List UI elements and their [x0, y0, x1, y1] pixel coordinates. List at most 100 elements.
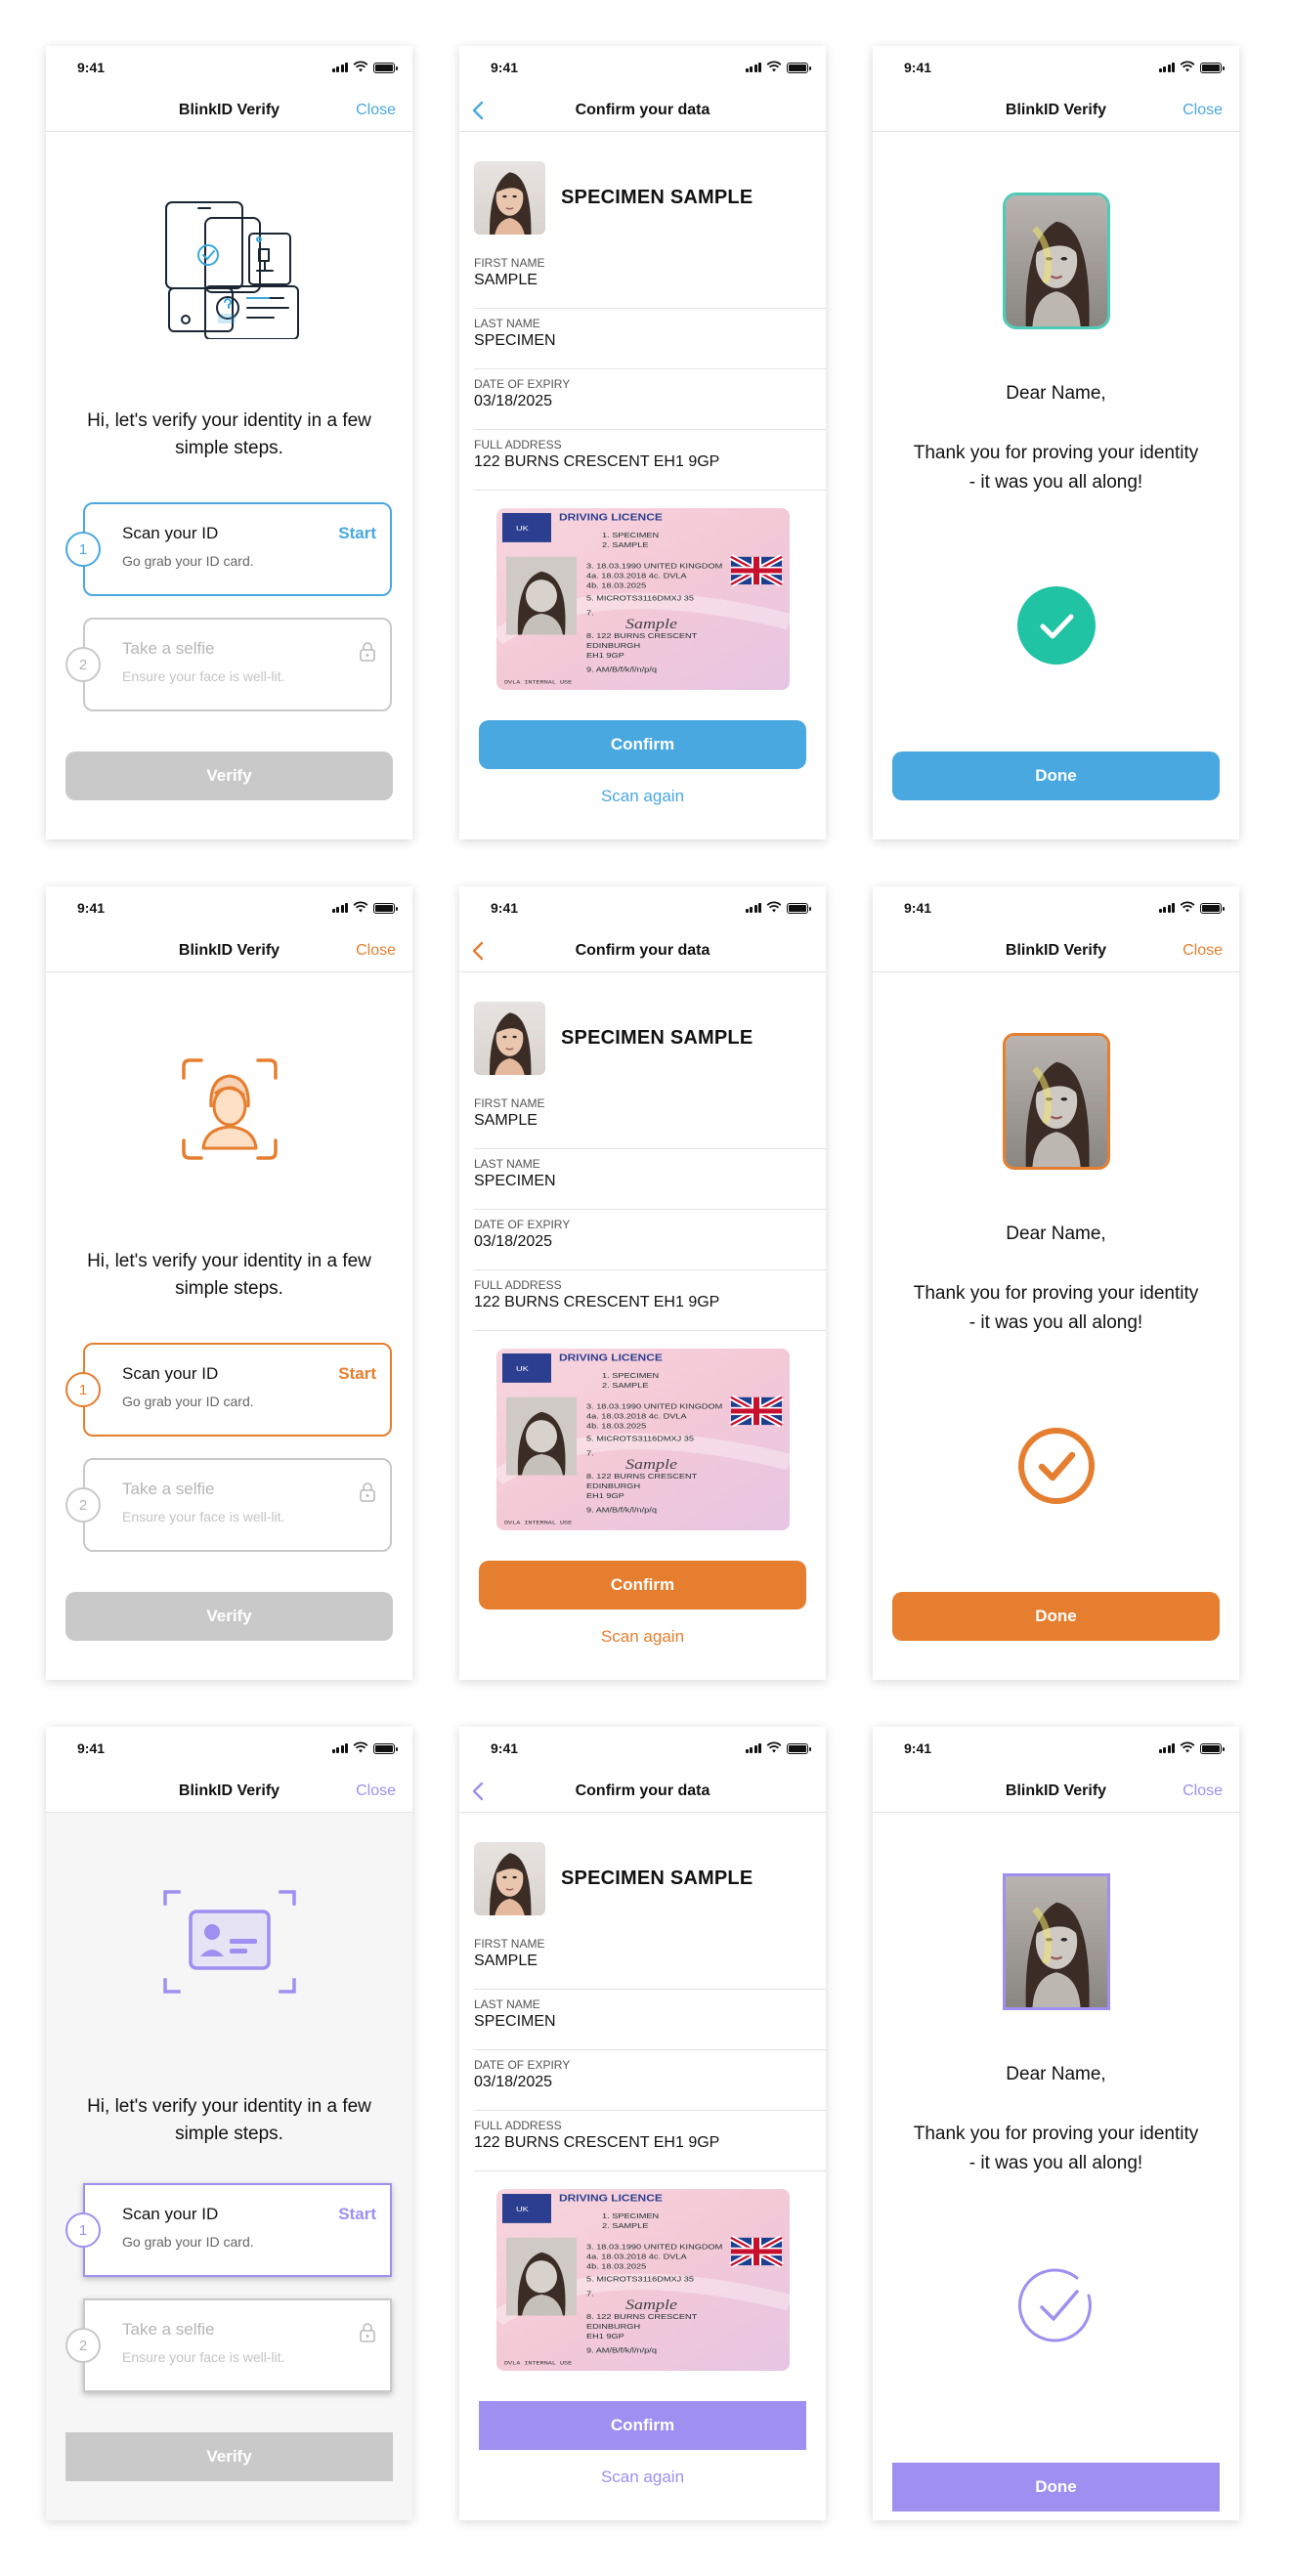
close-button[interactable]: Close [356, 102, 396, 119]
close-button[interactable]: Close [356, 942, 396, 960]
done-button[interactable]: Done [892, 1592, 1220, 1641]
back-chevron-icon[interactable] [465, 97, 491, 124]
confirm-button[interactable]: Confirm [479, 2401, 806, 2450]
intro-illustration [46, 193, 412, 339]
check-icon [1017, 2268, 1092, 2342]
verify-button[interactable]: Verify [65, 751, 393, 800]
card-heading: DRIVING LICENCE [559, 2193, 663, 2204]
close-button[interactable]: Close [356, 1782, 396, 1800]
lock-icon [360, 2323, 375, 2342]
id-card-scan-icon [162, 1890, 296, 1994]
nav-bar: Confirm your data [459, 1770, 826, 1813]
battery-icon [1200, 1742, 1225, 1754]
status-bar: 9:41 [459, 1727, 826, 1770]
data-field: LAST NAME SPECIMEN [474, 1149, 826, 1210]
close-button[interactable]: Close [1183, 102, 1223, 119]
nav-bar: BlinkID Verify Close [873, 1770, 1239, 1813]
card-country: UK [516, 2205, 529, 2213]
greeting: Dear Name, [1006, 2064, 1106, 2084]
scan-again-link[interactable]: Scan again [459, 787, 826, 806]
nav-title: Confirm your data [575, 941, 710, 959]
status-time: 9:41 [904, 900, 932, 916]
status-bar: 9:41 [459, 46, 826, 89]
signal-icon [745, 1743, 761, 1753]
card-heading: DRIVING LICENCE [559, 1352, 663, 1363]
scan-again-link[interactable]: Scan again [459, 2468, 826, 2487]
verify-button[interactable]: Verify [65, 2432, 393, 2481]
driving-licence-image: UK DRIVING LICENCE 1. SPECIMEN2. SAMPLE 3… [496, 508, 790, 690]
nav-bar: Confirm your data [459, 89, 826, 132]
start-button[interactable]: Start [338, 524, 376, 543]
nav-title: BlinkID Verify [178, 941, 280, 959]
status-time: 9:41 [904, 60, 932, 75]
card-line: 7. [586, 1448, 594, 1457]
status-time: 9:41 [491, 1740, 519, 1756]
card-line: 2. SAMPLE [602, 1381, 649, 1390]
step-title: Scan your ID [122, 1364, 219, 1383]
portrait-photo [474, 1842, 545, 1915]
driving-licence-image: UK DRIVING LICENCE 1. SPECIMEN2. SAMPLE 3… [496, 2189, 790, 2371]
status-bar: 9:41 [46, 1727, 412, 1770]
battery-icon [373, 62, 398, 73]
battery-icon [1200, 902, 1225, 914]
card-line: 1. SPECIMEN [602, 531, 659, 539]
wifi-icon [1180, 1740, 1195, 1756]
step-scan-id[interactable]: Scan your ID Go grab your ID card. Start [83, 1343, 392, 1437]
nav-title: BlinkID Verify [178, 101, 280, 118]
done-button[interactable]: Done [892, 751, 1220, 800]
step-number-1: 1 [65, 2212, 101, 2248]
full-name: SPECIMEN SAMPLE [561, 1027, 753, 1049]
lock-icon [360, 642, 375, 662]
greeting: Dear Name, [1006, 383, 1106, 404]
wifi-icon [353, 60, 368, 75]
confirm-button[interactable]: Confirm [479, 1561, 806, 1610]
battery-icon [787, 62, 811, 73]
field-value: SPECIMEN [474, 332, 556, 349]
close-button[interactable]: Close [1183, 942, 1223, 960]
card-line: EH1 9GP [586, 651, 624, 660]
confirm-screen: 9:41 Confirm your data SPECIMEN SAMPLE F… [459, 886, 826, 1680]
status-time: 9:41 [77, 900, 106, 916]
field-label: FULL ADDRESS [474, 2119, 562, 2132]
full-name: SPECIMEN SAMPLE [561, 1868, 753, 1889]
step-take-selfie: Take a selfie Ensure your face is well-l… [83, 2298, 392, 2392]
selfie-photo [1003, 193, 1110, 329]
confirm-button[interactable]: Confirm [479, 720, 806, 769]
card-line: 9. AM/B/f/k/l/n/p/q [586, 665, 657, 674]
step-scan-id[interactable]: Scan your ID Go grab your ID card. Start [83, 2183, 392, 2277]
card-line: EDINBURGH [586, 641, 640, 650]
signal-icon [331, 1743, 348, 1753]
battery-icon [787, 902, 811, 914]
start-button[interactable]: Start [338, 2205, 376, 2224]
field-value: 122 BURNS CRESCENT EH1 9GP [474, 1294, 720, 1310]
wifi-icon [1180, 900, 1195, 916]
signal-icon [1158, 903, 1175, 913]
step-subtitle: Go grab your ID card. [122, 1394, 254, 1409]
field-label: FIRST NAME [474, 1937, 545, 1951]
field-value: 122 BURNS CRESCENT EH1 9GP [474, 453, 720, 470]
nav-title: Confirm your data [575, 101, 710, 118]
signal-icon [1158, 63, 1175, 72]
portrait-photo [1006, 1876, 1107, 2007]
scan-again-link[interactable]: Scan again [459, 1627, 826, 1647]
verify-button[interactable]: Verify [65, 1592, 393, 1641]
start-button[interactable]: Start [338, 1364, 376, 1384]
field-label: LAST NAME [474, 317, 540, 330]
portrait-photo [1006, 195, 1107, 326]
card-line: 1. SPECIMEN [602, 2211, 659, 2220]
success-screen: 9:41 BlinkID Verify Close Dear Name, Tha… [873, 1727, 1239, 2520]
step-scan-id[interactable]: Scan your ID Go grab your ID card. Start [83, 502, 392, 596]
done-button[interactable]: Done [892, 2463, 1220, 2512]
intro-text: Hi, let's verify your identity in a few … [87, 410, 371, 458]
identity-header: SPECIMEN SAMPLE [474, 1002, 753, 1075]
status-time: 9:41 [491, 60, 519, 75]
close-button[interactable]: Close [1183, 1782, 1223, 1800]
nav-title: BlinkID Verify [1005, 101, 1107, 118]
back-chevron-icon[interactable] [465, 937, 491, 965]
data-field: FIRST NAME SAMPLE [474, 1089, 826, 1149]
back-chevron-icon[interactable] [465, 1778, 491, 1805]
card-line: 3. 18.03.1990 UNITED KINGDOM [586, 561, 722, 570]
battery-icon [373, 902, 398, 914]
status-bar: 9:41 [459, 886, 826, 929]
portrait-photo [1006, 1036, 1107, 1167]
